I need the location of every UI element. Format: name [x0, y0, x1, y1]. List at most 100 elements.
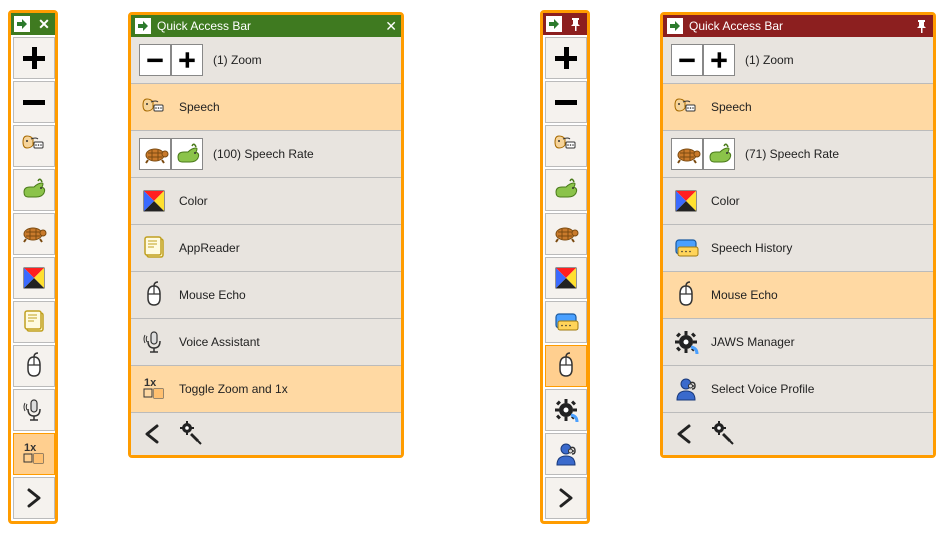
row-zoom[interactable]: (1) Zoom	[131, 37, 401, 84]
collapse-button[interactable]	[141, 423, 163, 445]
mic-icon	[141, 329, 167, 355]
close-button[interactable]: ✕	[33, 13, 55, 35]
expand-button[interactable]	[13, 477, 55, 519]
row-label: (100) Speech Rate	[213, 147, 314, 161]
zoom-in-button[interactable]	[545, 37, 587, 79]
speech-button[interactable]	[545, 125, 587, 167]
speech-history-icon	[553, 309, 579, 335]
panel-header[interactable]: Quick Access Bar ✕	[131, 15, 401, 37]
row-label: Speech History	[711, 241, 792, 255]
zoom-in-button[interactable]	[13, 37, 55, 79]
panel-title: Quick Access Bar	[689, 19, 783, 33]
speech-icon	[553, 133, 579, 159]
row-label: Mouse Echo	[179, 288, 246, 302]
voice-assistant-button[interactable]	[13, 389, 55, 431]
plus-icon	[551, 43, 581, 73]
app-reader-button[interactable]	[13, 301, 55, 343]
toggle-1x-icon	[21, 441, 47, 467]
mouse-echo-button[interactable]	[13, 345, 55, 387]
turtle-icon	[552, 221, 580, 247]
gear-icon	[673, 329, 699, 355]
turtle-icon	[20, 221, 48, 247]
row-jaws-manager[interactable]: JAWS Manager	[663, 319, 933, 366]
row-color[interactable]: Color	[131, 178, 401, 225]
logo-button[interactable]	[543, 13, 565, 35]
row-label: Toggle Zoom and 1x	[179, 382, 288, 396]
speech-rate-up-button[interactable]	[13, 169, 55, 211]
mouse-echo-button[interactable]	[545, 345, 587, 387]
row-speech[interactable]: Speech	[131, 84, 401, 131]
customize-button[interactable]	[179, 420, 205, 449]
app-reader-icon	[141, 235, 167, 261]
rabbit-icon[interactable]	[703, 138, 735, 170]
row-toggle-zoom-1x[interactable]: Toggle Zoom and 1x	[131, 366, 401, 413]
plus-icon	[19, 43, 49, 73]
turtle-icon[interactable]	[139, 138, 171, 170]
row-speech-rate[interactable]: (100) Speech Rate	[131, 131, 401, 178]
panel-footer	[131, 413, 401, 455]
row-speech[interactable]: Speech	[663, 84, 933, 131]
pin-icon	[569, 17, 583, 31]
gear-icon	[553, 397, 579, 423]
row-zoom[interactable]: (1) Zoom	[663, 37, 933, 84]
color-button[interactable]	[545, 257, 587, 299]
row-color[interactable]: Color	[663, 178, 933, 225]
color-button[interactable]	[13, 257, 55, 299]
app-reader-icon	[21, 309, 47, 335]
speech-rate-down-button[interactable]	[545, 213, 587, 255]
row-speech-rate[interactable]: (71) Speech Rate	[663, 131, 933, 178]
speech-icon	[141, 96, 167, 118]
row-voice-profile[interactable]: Select Voice Profile	[663, 366, 933, 413]
panel-header[interactable]: Quick Access Bar	[663, 15, 933, 37]
profile-icon	[673, 376, 699, 402]
plus-icon[interactable]	[703, 44, 735, 76]
mouse-icon	[141, 282, 167, 308]
speech-history-button[interactable]	[545, 301, 587, 343]
mouse-icon	[21, 353, 47, 379]
speech-rate-up-button[interactable]	[545, 169, 587, 211]
toggle-zoom-1x-button[interactable]	[13, 433, 55, 475]
speech-rate-down-button[interactable]	[13, 213, 55, 255]
row-label: Color	[179, 194, 208, 208]
logo-button[interactable]	[11, 13, 33, 35]
logo-icon	[135, 18, 151, 34]
chevron-right-icon	[23, 487, 45, 509]
customize-icon	[179, 420, 205, 446]
color-icon	[553, 265, 579, 291]
quick-access-panel-right: Quick Access Bar (1) Zoom Speech (71) Sp…	[660, 12, 936, 458]
jaws-manager-button[interactable]	[545, 389, 587, 431]
row-label: (1) Zoom	[745, 53, 794, 67]
logo-icon	[667, 18, 683, 34]
expand-button[interactable]	[545, 477, 587, 519]
customize-button[interactable]	[711, 420, 737, 449]
minus-icon[interactable]	[671, 44, 703, 76]
pin-icon[interactable]	[915, 19, 929, 33]
row-voice-assistant[interactable]: Voice Assistant	[131, 319, 401, 366]
zoom-out-button[interactable]	[13, 81, 55, 123]
collapse-button[interactable]	[673, 423, 695, 445]
voice-profile-button[interactable]	[545, 433, 587, 475]
pin-button[interactable]	[565, 13, 587, 35]
panel-title: Quick Access Bar	[157, 19, 251, 33]
color-icon	[673, 188, 699, 214]
row-label: Speech	[711, 100, 752, 114]
turtle-icon[interactable]	[671, 138, 703, 170]
close-icon: ✕	[38, 17, 50, 31]
row-mouse-echo[interactable]: Mouse Echo	[131, 272, 401, 319]
rabbit-icon[interactable]	[171, 138, 203, 170]
speech-button[interactable]	[13, 125, 55, 167]
row-label: JAWS Manager	[711, 335, 795, 349]
row-speech-history[interactable]: Speech History	[663, 225, 933, 272]
zoom-out-button[interactable]	[545, 81, 587, 123]
row-mouse-echo[interactable]: Mouse Echo	[663, 272, 933, 319]
close-icon[interactable]: ✕	[385, 19, 397, 33]
customize-icon	[711, 420, 737, 446]
speech-icon	[673, 96, 699, 118]
row-label: AppReader	[179, 241, 240, 255]
row-label: (71) Speech Rate	[745, 147, 839, 161]
speech-history-icon	[673, 235, 699, 261]
minus-icon[interactable]	[139, 44, 171, 76]
plus-icon[interactable]	[171, 44, 203, 76]
row-app-reader[interactable]: AppReader	[131, 225, 401, 272]
mic-icon	[21, 397, 47, 423]
